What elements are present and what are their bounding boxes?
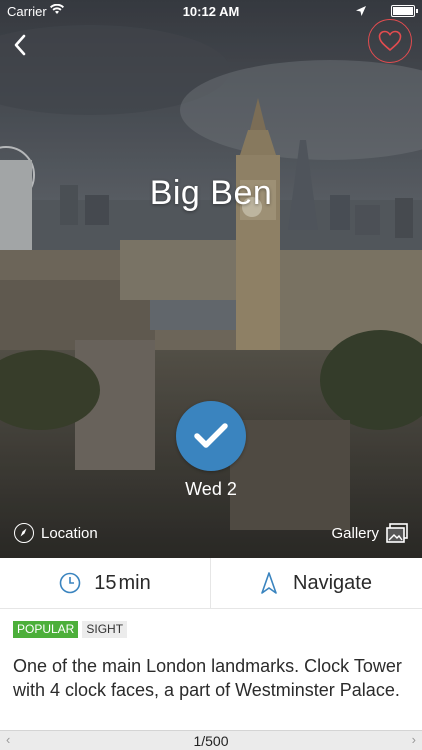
tag-list: POPULAR SIGHT	[13, 621, 131, 638]
visited-check-button[interactable]	[176, 401, 246, 471]
navigate-arrow-icon	[261, 572, 277, 594]
pager-bar: ‹ 1/500 ›	[0, 730, 422, 750]
checkmark-icon	[194, 423, 228, 448]
page-counter: 1/500	[193, 733, 229, 749]
chevron-right-icon[interactable]: ›	[412, 732, 416, 747]
duration-unit: min	[118, 571, 151, 594]
gallery-label: Gallery	[331, 524, 379, 542]
duration-value: 15	[94, 571, 117, 594]
clock-icon	[59, 572, 81, 594]
location-button[interactable]: Location	[14, 522, 98, 544]
duration-cell: 15 min	[0, 558, 211, 608]
battery-icon	[391, 5, 418, 17]
location-arrow-icon	[356, 4, 366, 19]
gallery-button[interactable]: Gallery	[331, 521, 408, 545]
back-button[interactable]	[6, 28, 36, 62]
info-bar: 15 min Navigate	[0, 558, 422, 609]
tag-sight: SIGHT	[82, 621, 128, 638]
tag-popular: POPULAR	[13, 621, 79, 638]
place-title: Big Ben	[149, 174, 273, 212]
navigate-button[interactable]: Navigate	[211, 558, 422, 608]
compass-icon	[14, 523, 34, 543]
hero-image: Carrier 10:12 AM Big Ben Wed 2 Location …	[0, 0, 422, 558]
location-label: Location	[41, 524, 98, 542]
gallery-icon	[386, 523, 408, 543]
visit-date: Wed 2	[185, 479, 237, 499]
chevron-left-icon	[14, 34, 26, 56]
london-skyline-photo	[0, 0, 422, 558]
navigate-label: Navigate	[293, 571, 372, 594]
status-bar: Carrier 10:12 AM	[0, 0, 422, 22]
place-description: One of the main London landmarks. Clock …	[13, 656, 402, 700]
heart-icon	[378, 30, 402, 52]
favorite-button[interactable]	[368, 19, 412, 63]
